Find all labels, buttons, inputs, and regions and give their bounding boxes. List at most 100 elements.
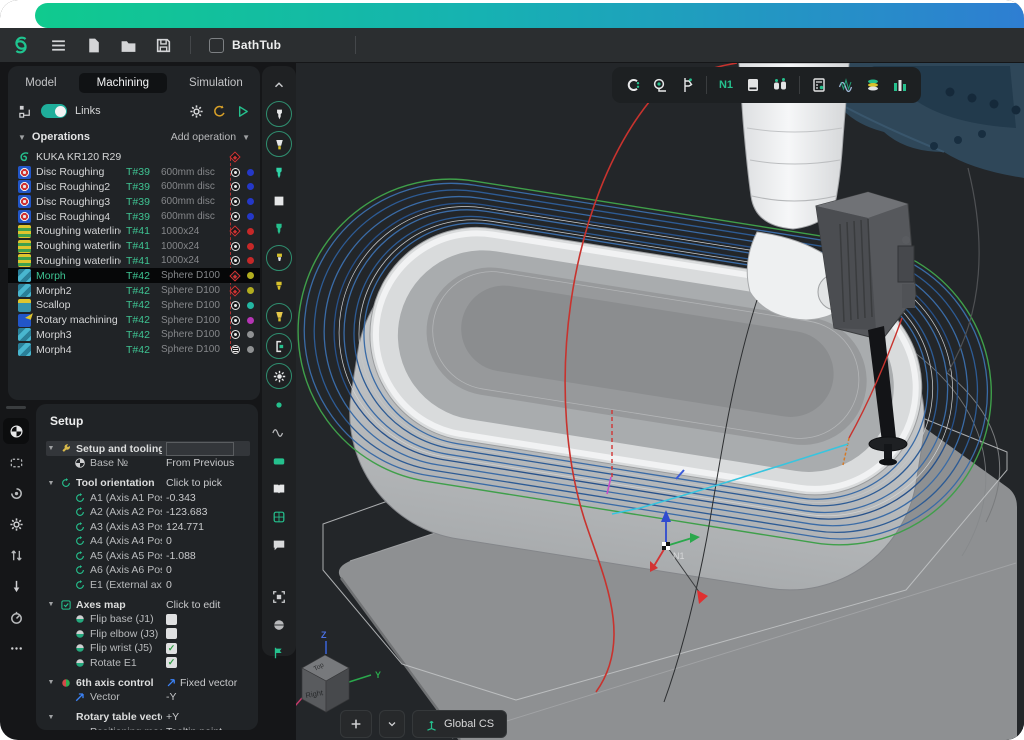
- mesh-icon[interactable]: [267, 505, 291, 529]
- operation-row[interactable]: Disc Roughing3T#39600mm disc: [8, 194, 260, 209]
- setup-value[interactable]: [166, 628, 250, 639]
- add-operation-button[interactable]: Add operation: [171, 131, 236, 143]
- setup-property-row[interactable]: A6 (Axis A6 Position)0: [46, 563, 250, 578]
- section-chevron-icon[interactable]: ▼: [46, 601, 56, 608]
- tool-visibility-icon[interactable]: [266, 101, 292, 127]
- checkbox-checked[interactable]: ✓: [166, 657, 177, 668]
- setup-property-row[interactable]: Positioning modeTooltip point: [46, 725, 250, 731]
- operation-marker-icon[interactable]: [228, 165, 242, 179]
- operation-marker-icon[interactable]: [228, 239, 242, 253]
- links-toggle[interactable]: [41, 104, 67, 118]
- stock-icon[interactable]: [267, 189, 291, 213]
- checkbox-checked[interactable]: ✓: [166, 643, 177, 654]
- checkbox-unchecked[interactable]: [166, 628, 177, 639]
- operation-marker-icon[interactable]: [228, 328, 242, 342]
- setup-value[interactable]: [166, 614, 250, 625]
- setup-property-row[interactable]: A4 (Axis A4 Position)0: [46, 534, 250, 549]
- more-dots-icon[interactable]: [3, 635, 29, 661]
- setup-value[interactable]: -0.343: [166, 492, 250, 504]
- operation-row[interactable]: Disc RoughingT#39600mm disc: [8, 165, 260, 180]
- tool-icon[interactable]: [3, 573, 29, 599]
- operation-row[interactable]: ScallopT#42Sphere D100: [8, 298, 260, 313]
- operation-marker-icon[interactable]: [228, 298, 242, 312]
- solid-icon[interactable]: [267, 533, 291, 557]
- cs-dropdown-button[interactable]: [379, 710, 405, 738]
- fit-view-icon[interactable]: [267, 585, 291, 609]
- setup-value[interactable]: ✓: [166, 643, 250, 654]
- setup-property-row[interactable]: A2 (Axis A2 Position)-123.683: [46, 505, 250, 520]
- operation-marker-icon[interactable]: [228, 224, 242, 238]
- drag-handle[interactable]: [6, 406, 26, 409]
- operation-marker-icon[interactable]: [228, 313, 242, 327]
- operation-marker-icon[interactable]: [228, 195, 242, 209]
- toolpath-wave-icon[interactable]: [267, 421, 291, 445]
- point-icon[interactable]: [267, 393, 291, 417]
- open-folder-icon[interactable]: [120, 37, 137, 54]
- section-chevron-icon[interactable]: ▼: [46, 714, 56, 721]
- tab-simulation[interactable]: Simulation: [171, 73, 261, 93]
- setup-property-row[interactable]: Base №From Previous: [46, 456, 250, 471]
- selection-icon[interactable]: [3, 449, 29, 475]
- sphere-icon[interactable]: [267, 613, 291, 637]
- setup-value[interactable]: Click to pick: [166, 477, 250, 489]
- add-operation-caret-icon[interactable]: ▼: [242, 133, 250, 142]
- setup-property-row[interactable]: Flip wrist (J5)✓: [46, 641, 250, 656]
- setup-value[interactable]: From Previous: [166, 457, 250, 469]
- probe-icon[interactable]: [652, 77, 668, 93]
- setup-value[interactable]: Tooltip point: [166, 726, 250, 730]
- section-chevron-icon[interactable]: ▼: [46, 480, 56, 487]
- collapse-strip-icon[interactable]: [267, 73, 291, 97]
- setup-tab-icon[interactable]: [3, 418, 29, 444]
- statistics-icon[interactable]: [892, 77, 908, 93]
- workpiece-icon[interactable]: [267, 477, 291, 501]
- parameters-gear-icon[interactable]: [3, 511, 29, 537]
- operation-marker-icon[interactable]: [228, 150, 242, 164]
- setup-property-row[interactable]: E1 (External axis 1 Position)0: [46, 578, 250, 593]
- tab-machining[interactable]: Machining: [79, 73, 167, 93]
- operation-marker-icon[interactable]: [228, 254, 242, 268]
- operation-row[interactable]: Disc Roughing4T#39600mm disc: [8, 209, 260, 224]
- holder-visibility-icon[interactable]: [266, 131, 292, 157]
- setup-section-row[interactable]: ▼Rotary table vector+Y: [46, 710, 250, 725]
- calculator-icon[interactable]: [811, 77, 827, 93]
- settings-gear-icon[interactable]: [189, 104, 204, 119]
- control-panel-icon[interactable]: [745, 77, 761, 93]
- setup-section-row[interactable]: ▼Tool orientationClick to pick: [46, 476, 250, 491]
- global-cs-button[interactable]: Global CS: [412, 710, 507, 738]
- setup-value[interactable]: ✓: [166, 657, 250, 668]
- tab-model[interactable]: Model: [7, 73, 74, 93]
- spindle-alt-icon[interactable]: [267, 275, 291, 299]
- tool-stack-icon[interactable]: [865, 77, 881, 93]
- operation-marker-icon[interactable]: [228, 180, 242, 194]
- part-flag-icon[interactable]: [267, 641, 291, 665]
- checkbox-unchecked[interactable]: [166, 614, 177, 625]
- strategy-icon[interactable]: [3, 480, 29, 506]
- setup-section-row[interactable]: ▼Setup and tooling: [46, 441, 250, 456]
- machine-row[interactable]: KUKA KR120 R2900: [8, 150, 260, 165]
- machine-visibility-icon[interactable]: [266, 333, 292, 359]
- operation-marker-icon[interactable]: [228, 284, 242, 298]
- operation-row[interactable]: MorphT#42Sphere D100: [8, 268, 260, 283]
- setup-value[interactable]: -1.088: [166, 550, 250, 562]
- operation-row[interactable]: Morph3T#42Sphere D100: [8, 328, 260, 343]
- robot-icon[interactable]: [772, 77, 788, 93]
- project-checkbox[interactable]: [209, 38, 224, 53]
- operation-row[interactable]: Morph2T#42Sphere D100: [8, 283, 260, 298]
- section-chevron-icon[interactable]: ▼: [46, 679, 56, 686]
- tool-green-icon[interactable]: [267, 217, 291, 241]
- setup-value[interactable]: [166, 442, 250, 456]
- add-cs-button[interactable]: [340, 710, 372, 738]
- gcode-n1-icon[interactable]: N1: [718, 77, 734, 93]
- tool-alt-icon[interactable]: [267, 161, 291, 185]
- fixture-visibility-icon[interactable]: [266, 303, 292, 329]
- viewport-3d[interactable]: N1 Right Top Z Y X: [296, 63, 1024, 740]
- feed-dial-icon[interactable]: [3, 604, 29, 630]
- setup-value[interactable]: 0: [166, 535, 250, 547]
- setup-property-row[interactable]: Flip elbow (J3): [46, 627, 250, 642]
- machine-c-icon[interactable]: [625, 77, 641, 93]
- empty-edit-box[interactable]: [166, 442, 234, 456]
- run-play-icon[interactable]: [235, 104, 250, 119]
- setup-value[interactable]: 0: [166, 564, 250, 576]
- chevron-down-icon[interactable]: ▼: [18, 133, 26, 142]
- setup-value[interactable]: 0: [166, 579, 250, 591]
